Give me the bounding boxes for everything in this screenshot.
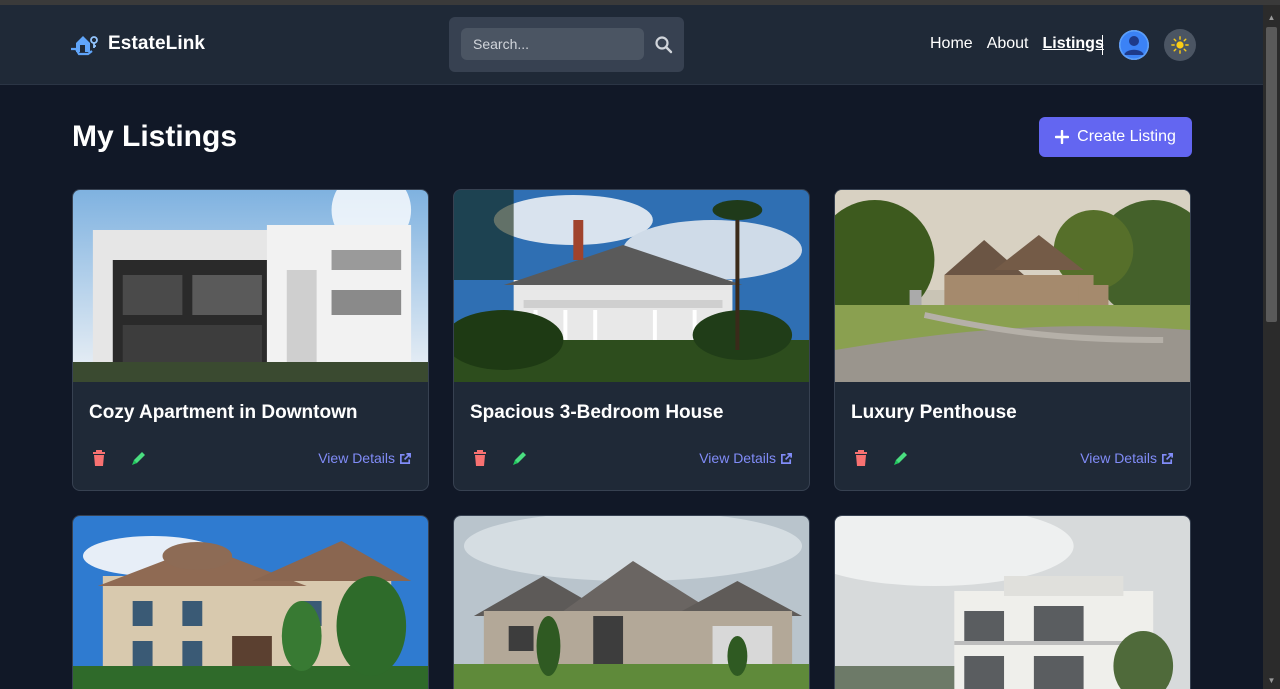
- listing-card: [453, 515, 810, 689]
- nav-links: Home About Listings: [930, 35, 1104, 53]
- listing-photo[interactable]: [835, 190, 1190, 382]
- page-title: My Listings: [72, 120, 238, 153]
- search-icon[interactable]: [654, 35, 674, 55]
- scrollbar-thumb[interactable]: [1266, 27, 1277, 322]
- nav-about[interactable]: About: [987, 35, 1029, 53]
- pencil-icon[interactable]: [129, 448, 149, 468]
- external-link-icon: [781, 452, 792, 464]
- brand[interactable]: EstateLink: [70, 31, 205, 57]
- nav-home[interactable]: Home: [930, 35, 973, 53]
- user-avatar-icon[interactable]: [1119, 30, 1149, 60]
- scroll-up-arrow-icon[interactable]: ▲: [1267, 13, 1276, 22]
- create-listing-label: Create Listing: [1077, 128, 1176, 145]
- listing-card: Spacious 3-Bedroom House View Details: [453, 189, 810, 491]
- view-details-link[interactable]: View Details: [1080, 450, 1174, 466]
- external-link-icon: [1162, 452, 1173, 464]
- trash-icon[interactable]: [470, 448, 490, 468]
- view-details-label: View Details: [1080, 450, 1157, 466]
- create-listing-button[interactable]: Create Listing: [1039, 117, 1192, 157]
- nav-listings[interactable]: Listings: [1043, 35, 1104, 53]
- trash-icon[interactable]: [89, 448, 109, 468]
- view-details-link[interactable]: View Details: [318, 450, 412, 466]
- listing-title: Spacious 3-Bedroom House: [470, 402, 724, 423]
- page-scrollbar[interactable]: ▲ ▼: [1263, 5, 1280, 689]
- sun-icon: [1171, 36, 1189, 54]
- view-details-label: View Details: [699, 450, 776, 466]
- listing-photo[interactable]: [73, 516, 428, 689]
- pencil-icon[interactable]: [510, 448, 530, 468]
- pencil-icon[interactable]: [891, 448, 911, 468]
- view-details-link[interactable]: View Details: [699, 450, 793, 466]
- top-navbar: EstateLink Home About Listings: [0, 5, 1263, 85]
- theme-toggle[interactable]: [1164, 29, 1196, 61]
- brand-name: EstateLink: [108, 33, 206, 54]
- listing-card: Luxury Penthouse View Details: [834, 189, 1191, 491]
- listing-photo[interactable]: [454, 190, 809, 382]
- listing-card: Cozy Apartment in Downtown View Details: [72, 189, 429, 491]
- plus-icon: [1055, 130, 1070, 144]
- scroll-down-arrow-icon[interactable]: ▼: [1267, 676, 1276, 685]
- trash-icon[interactable]: [851, 448, 871, 468]
- listing-photo[interactable]: [835, 516, 1190, 689]
- listing-card: [72, 515, 429, 689]
- external-link-icon: [400, 452, 411, 464]
- text-cursor: [1102, 35, 1103, 55]
- listing-photo[interactable]: [454, 516, 809, 689]
- listing-photo[interactable]: [73, 190, 428, 382]
- view-details-label: View Details: [318, 450, 395, 466]
- listing-title: Cozy Apartment in Downtown: [89, 402, 358, 423]
- listing-title: Luxury Penthouse: [851, 402, 1017, 423]
- listing-card: [834, 515, 1191, 689]
- search-input[interactable]: [461, 28, 644, 60]
- house-key-icon: [71, 36, 98, 56]
- search-bar: [449, 17, 684, 72]
